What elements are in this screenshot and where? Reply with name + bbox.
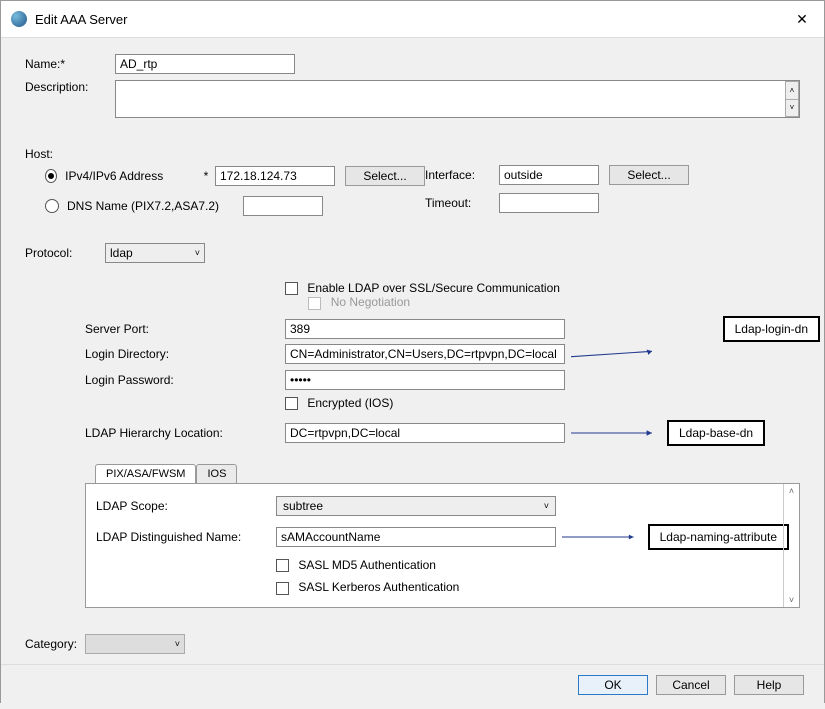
scroll-down-icon[interactable]: ˅ — [789, 595, 794, 605]
description-spinner[interactable]: ˄ ˅ — [785, 81, 799, 117]
enable-ssl-label: Enable LDAP over SSL/Secure Communicatio… — [307, 281, 560, 295]
ip-asterisk: * — [201, 169, 211, 183]
ldap-scope-select[interactable]: subtree ˅ — [276, 496, 556, 516]
arrow-icon — [571, 349, 661, 359]
ipv4-radio[interactable] — [45, 169, 57, 183]
content-area: Name:* Description: ˄ ˅ Host: IPv4/IPv6 … — [1, 38, 824, 664]
tab-pix[interactable]: PIX/ASA/FWSM — [95, 464, 196, 483]
timeout-label: Timeout: — [425, 196, 495, 210]
sasl-md5-checkbox[interactable] — [276, 559, 289, 572]
cancel-button[interactable]: Cancel — [656, 675, 726, 695]
no-negotiation-checkbox — [308, 297, 321, 310]
help-button[interactable]: Help — [734, 675, 804, 695]
login-password-input[interactable] — [285, 370, 565, 390]
dns-input[interactable] — [243, 196, 323, 216]
hierarchy-label: LDAP Hierarchy Location: — [85, 426, 285, 440]
chevron-down-icon: ˅ — [195, 248, 200, 258]
sasl-md5-label: SASL MD5 Authentication — [298, 558, 436, 572]
tab-panel: LDAP Scope: subtree ˅ LDAP Distinguished… — [85, 483, 800, 608]
spin-down-icon[interactable]: ˅ — [785, 99, 799, 118]
dns-label: DNS Name (PIX7.2,ASA7.2) — [67, 199, 227, 213]
arrow-icon — [562, 532, 642, 542]
window-title: Edit AAA Server — [35, 12, 790, 27]
app-icon — [11, 11, 27, 27]
ldap-dn-label: LDAP Distinguished Name: — [96, 530, 276, 544]
dialog-footer: OK Cancel Help — [1, 664, 824, 709]
login-directory-input[interactable] — [285, 344, 565, 364]
server-port-input[interactable] — [285, 319, 565, 339]
host-label: Host: — [25, 147, 425, 161]
chevron-down-icon: ˅ — [175, 639, 180, 649]
ip-input[interactable] — [215, 166, 335, 186]
ip-select-button[interactable]: Select... — [345, 166, 425, 186]
name-input[interactable] — [115, 54, 295, 74]
dns-radio[interactable] — [45, 199, 59, 213]
ipv4-label: IPv4/IPv6 Address — [65, 169, 201, 183]
interface-select-button[interactable]: Select... — [609, 165, 689, 185]
protocol-value: ldap — [110, 246, 133, 260]
annotation-base-dn: Ldap-base-dn — [667, 420, 765, 446]
enable-ssl-checkbox[interactable] — [285, 282, 298, 295]
encrypted-checkbox[interactable] — [285, 397, 298, 410]
close-button[interactable]: ✕ — [790, 7, 814, 31]
name-label: Name:* — [25, 57, 115, 71]
sasl-kerberos-checkbox[interactable] — [276, 582, 289, 595]
ldap-scope-value: subtree — [283, 499, 323, 513]
dialog-window: Edit AAA Server ✕ Name:* Description: ˄ … — [0, 0, 825, 703]
hierarchy-input[interactable] — [285, 423, 565, 443]
scroll-up-icon[interactable]: ˄ — [789, 486, 794, 496]
interface-label: Interface: — [425, 168, 495, 182]
category-select[interactable]: ˅ — [85, 634, 185, 654]
protocol-select[interactable]: ldap ˅ — [105, 243, 205, 263]
chevron-down-icon: ˅ — [544, 501, 549, 511]
annotation-login-dn: Ldap-login-dn — [723, 316, 820, 342]
encrypted-label: Encrypted (IOS) — [307, 396, 393, 410]
titlebar: Edit AAA Server ✕ — [1, 1, 824, 38]
annotation-naming: Ldap-naming-attribute — [648, 524, 789, 550]
login-directory-label: Login Directory: — [85, 347, 285, 361]
no-negotiation-label: No Negotiation — [331, 295, 410, 309]
ldap-scope-label: LDAP Scope: — [96, 499, 276, 513]
protocol-label: Protocol: — [25, 246, 85, 260]
login-password-label: Login Password: — [85, 373, 285, 387]
server-port-label: Server Port: — [85, 322, 285, 336]
spin-up-icon[interactable]: ˄ — [785, 81, 799, 99]
panel-scrollbar[interactable]: ˄ ˅ — [783, 484, 799, 607]
description-label: Description: — [25, 80, 115, 94]
interface-input[interactable] — [499, 165, 599, 185]
tab-ios[interactable]: IOS — [196, 464, 237, 483]
ok-button[interactable]: OK — [578, 675, 648, 695]
category-label: Category: — [25, 637, 77, 651]
description-textarea[interactable] — [115, 80, 800, 118]
timeout-input[interactable] — [499, 193, 599, 213]
sasl-kerberos-label: SASL Kerberos Authentication — [298, 580, 459, 594]
arrow-icon — [571, 428, 661, 438]
ldap-dn-input[interactable] — [276, 527, 556, 547]
